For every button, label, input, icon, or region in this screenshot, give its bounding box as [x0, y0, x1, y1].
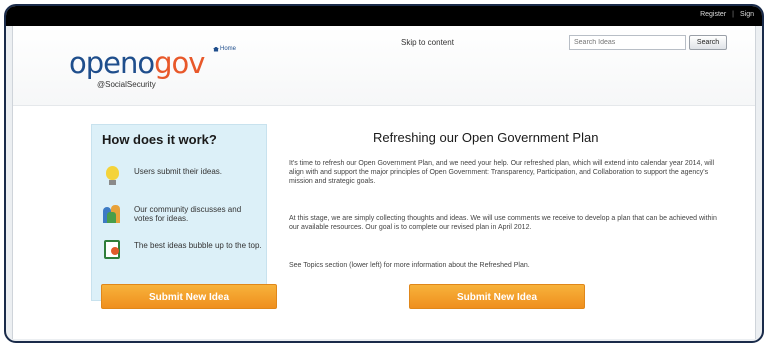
link-separator: |	[732, 11, 734, 18]
logo-subtitle: @SocialSecurity	[97, 80, 156, 89]
search-button[interactable]: Search	[689, 35, 727, 50]
submit-new-idea-button-main[interactable]: Submit New Idea	[409, 284, 585, 309]
logo-wordmark: openogov	[69, 46, 219, 80]
topics-paragraph: See Topics section (lower left) for more…	[289, 262, 530, 269]
search-input[interactable]	[569, 35, 686, 50]
checklist-icon	[102, 239, 122, 261]
community-icon	[102, 203, 122, 225]
page-title: Refreshing our Open Government Plan	[373, 130, 599, 145]
step-submit-ideas: Users submit their ideas.	[102, 165, 262, 195]
stage-paragraph: At this stage, we are simply collecting …	[289, 215, 717, 231]
sign-in-link[interactable]: Sign	[740, 11, 754, 18]
page-content: openogov @SocialSecurity Home Skip to co…	[12, 26, 756, 339]
step-text: Our community discusses and votes for id…	[134, 205, 242, 223]
submit-new-idea-button-sidebar[interactable]: Submit New Idea	[101, 284, 277, 309]
top-bar: Register | Sign	[6, 6, 762, 26]
step-text: The best ideas bubble up to the top.	[134, 241, 262, 250]
step-best-ideas: The best ideas bubble up to the top.	[102, 239, 262, 269]
register-link[interactable]: Register	[700, 11, 726, 18]
step-community-votes: Our community discusses and votes for id…	[102, 203, 262, 233]
how-it-works-title: How does it work?	[102, 132, 217, 147]
skip-to-content-link[interactable]: Skip to content	[401, 38, 454, 47]
logo-open: openo	[69, 46, 155, 80]
home-link[interactable]: Home	[213, 46, 236, 52]
logo-gov: gov	[154, 46, 205, 80]
home-link-label: Home	[220, 46, 237, 52]
site-header: openogov @SocialSecurity Home Skip to co…	[13, 26, 755, 106]
account-links: Register | Sign	[700, 11, 754, 18]
opengov-logo[interactable]: openogov @SocialSecurity	[69, 46, 219, 94]
lightbulb-icon	[102, 165, 122, 187]
home-icon	[213, 46, 219, 52]
intro-paragraph: It's time to refresh our Open Government…	[289, 160, 715, 185]
browser-frame: Register | Sign openogov @SocialSecurity…	[4, 4, 764, 343]
step-text: Users submit their ideas.	[134, 167, 223, 176]
how-it-works-panel: How does it work? Users submit their ide…	[91, 124, 267, 301]
